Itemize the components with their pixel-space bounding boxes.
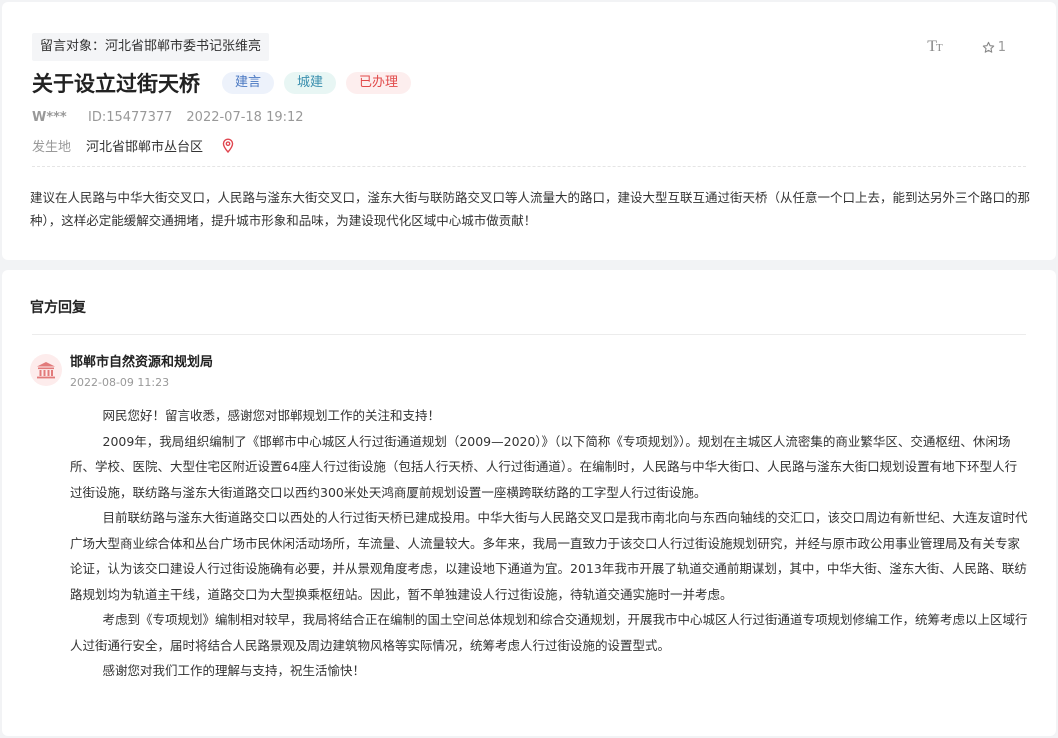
author-name: W*** [32, 110, 67, 125]
reply-body: 网民您好！留言收悉，感谢您对邯郸规划工作的关注和支持！ 2009年，我局组织编制… [70, 403, 1028, 684]
org-name: 邯郸市自然资源和规划局 [70, 355, 214, 370]
reply-card: 官方回复 邯郸市自然资源和规划局 2022-08-09 11:23 网民您好！留… [2, 270, 1056, 736]
divider [32, 334, 1026, 335]
status-badge: 已办理 [346, 72, 412, 94]
reply-paragraph: 网民您好！留言收悉，感谢您对邯郸规划工作的关注和支持！ [102, 408, 441, 423]
location-value: 河北省邯郸市丛台区 [86, 140, 204, 155]
title-row: 关于设立过街天桥 建言 城建 已办理 [32, 68, 412, 98]
message-meta: W*** ID:15477377 2022-07-18 19:12 [32, 110, 304, 125]
star-icon [982, 41, 994, 53]
category-tag-construction: 城建 [284, 72, 337, 94]
message-content: 建议在人民路与中华大街交叉口，人民路与滏东大街交叉口，滏东大街与联防路交叉口等人… [30, 190, 1031, 228]
page-title: 关于设立过街天桥 [32, 72, 200, 96]
font-size-button[interactable]: TT [927, 38, 942, 56]
message-target-tag: 留言对象：河北省邯郸市委书记张维亮 [32, 33, 270, 61]
divider [32, 166, 1026, 167]
message-card: 留言对象：河北省邯郸市委书记张维亮 TT 1 关于设立过街天桥 建言 城建 已办… [2, 2, 1056, 260]
reply-date: 2022-08-09 11:23 [70, 376, 170, 389]
map-pin-icon[interactable] [221, 137, 235, 154]
message-datetime: 2022-07-18 19:12 [186, 110, 304, 125]
favorite-button[interactable]: 1 [982, 40, 1006, 55]
government-building-icon [37, 362, 55, 379]
reply-org: 邯郸市自然资源和规划局 2022-08-09 11:23 [30, 354, 213, 392]
reply-heading: 官方回复 [30, 300, 86, 316]
favorite-count: 1 [997, 39, 1006, 55]
font-size-icon: TT [927, 38, 942, 55]
location-row: 发生地 河北省邯郸市丛台区 [32, 136, 235, 155]
reply-paragraph: 考虑到《专项规划》编制相对较早，我局将结合正在编制的国土空间总体规划和综合交通规… [70, 612, 1028, 653]
message-tools: TT 1 [927, 38, 1006, 56]
reply-paragraph: 感谢您对我们工作的理解与支持，祝生活愉快！ [102, 663, 366, 678]
message-id: ID:15477377 [88, 110, 173, 125]
category-tag-suggestion: 建言 [222, 72, 275, 94]
location-label: 发生地 [32, 140, 72, 155]
reply-paragraph: 2009年，我局组织编制了《邯郸市中心城区人行过街通道规划（2009—2020）… [70, 433, 1018, 500]
avatar [30, 354, 62, 386]
org-info: 邯郸市自然资源和规划局 2022-08-09 11:23 [70, 354, 213, 392]
reply-paragraph: 目前联纺路与滏东大街道路交口以西处的人行过街天桥已建成投用。中华大街与人民路交叉… [70, 510, 1028, 602]
